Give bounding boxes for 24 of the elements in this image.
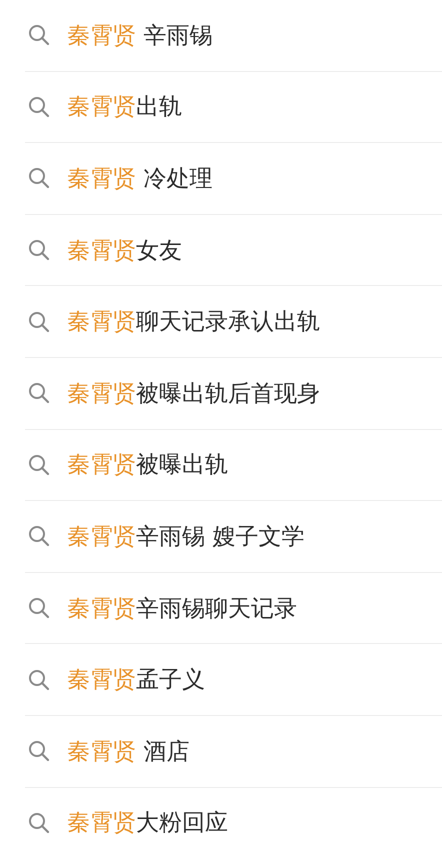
search-icon — [28, 24, 50, 46]
search-icon — [28, 96, 50, 118]
suggestion-item[interactable]: 秦霄贤聊天记录承认出轨 — [67, 306, 320, 338]
search-icon — [28, 597, 50, 620]
search-icon — [28, 668, 50, 691]
suggestion-item[interactable]: 秦霄贤 酒店 — [67, 736, 190, 767]
search-icon — [28, 382, 50, 404]
suggestion-item[interactable]: 秦霄贤被曝出轨后首现身 — [67, 378, 320, 409]
search-icon — [28, 812, 50, 834]
search-icon — [28, 310, 50, 333]
search-icon — [28, 454, 50, 476]
suggestion-item[interactable]: 秦霄贤 辛雨锡 — [67, 20, 212, 51]
suggestion-item[interactable]: 秦霄贤 冷处理 — [67, 162, 212, 194]
search-icon — [28, 167, 50, 190]
search-icon — [28, 525, 50, 548]
suggestion-item[interactable]: 秦霄贤大粉回应 — [67, 807, 228, 838]
suggestion-item[interactable]: 秦霄贤出轨 — [67, 91, 182, 122]
search-icon — [28, 740, 50, 762]
suggestion-item[interactable]: 秦霄贤女友 — [67, 234, 182, 266]
search-icon — [28, 239, 50, 262]
suggestion-item[interactable]: 秦霄贤辛雨锡聊天记录 — [67, 592, 297, 624]
suggestion-item[interactable]: 秦霄贤被曝出轨 — [67, 449, 228, 480]
suggestion-item[interactable]: 秦霄贤辛雨锡 嫂子文学 — [67, 520, 304, 552]
suggestion-item[interactable]: 秦霄贤孟子义 — [67, 664, 205, 696]
